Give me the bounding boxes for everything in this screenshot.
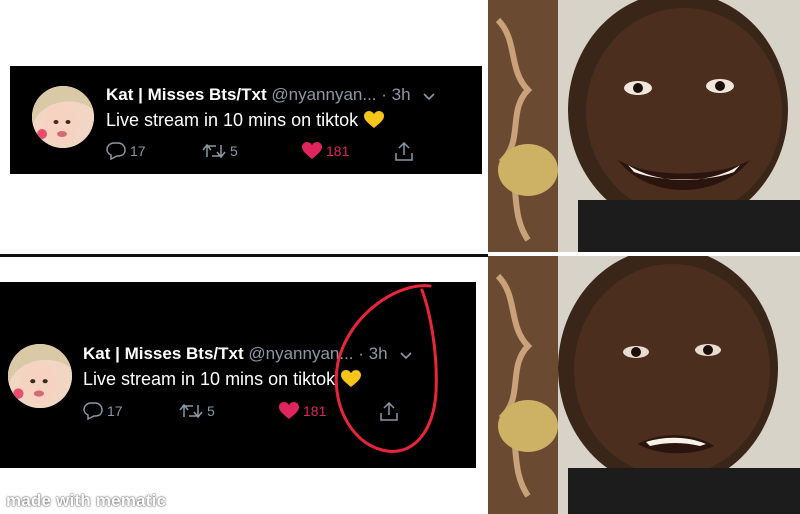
separator-dot: · — [381, 85, 387, 104]
chevron-down-icon[interactable] — [423, 86, 435, 106]
avatar-image — [32, 86, 94, 148]
reply-button[interactable]: 17 — [106, 142, 146, 160]
retweet-count: 5 — [230, 143, 238, 159]
like-icon — [279, 402, 299, 419]
tweet-text-content: Live stream in 10 mins on tiktok — [106, 110, 359, 130]
user-handle[interactable]: @nyannyan... — [271, 85, 376, 104]
retweet-icon — [179, 403, 203, 419]
reply-count: 17 — [107, 403, 123, 419]
tweet-text-content: Live stream in 10 mins on tiktok — [83, 369, 336, 389]
retweet-icon — [202, 143, 226, 159]
avatar[interactable] — [8, 344, 72, 408]
retweet-count: 5 — [207, 403, 215, 419]
retweet-button[interactable]: 5 — [179, 402, 215, 420]
reaction-photo-happy — [488, 0, 800, 252]
panel-divider — [0, 254, 488, 257]
timestamp[interactable]: 3h — [392, 85, 411, 104]
tweet-header: Kat | Misses Bts/Txt @nyannyan... · 3h — [106, 85, 435, 106]
display-name[interactable]: Kat | Misses Bts/Txt — [106, 85, 267, 104]
watermark: made with mematic — [6, 491, 167, 510]
like-button[interactable]: 181 — [302, 142, 349, 160]
reaction-photo-disappointed — [488, 256, 800, 514]
reply-icon — [83, 402, 103, 420]
yellow-heart-icon — [364, 111, 385, 134]
reply-button[interactable]: 17 — [83, 402, 123, 420]
share-button[interactable] — [394, 142, 414, 162]
like-count: 181 — [326, 143, 350, 159]
tweet-text: Live stream in 10 mins on tiktok — [106, 109, 385, 134]
display-name[interactable]: Kat | Misses Bts/Txt — [83, 344, 244, 363]
reply-icon — [106, 142, 126, 160]
avatar[interactable] — [32, 86, 94, 148]
share-icon — [395, 142, 413, 161]
red-circle-annotation — [334, 284, 438, 453]
like-count: 181 — [303, 403, 327, 419]
avatar-image — [8, 344, 72, 408]
like-icon — [302, 142, 322, 159]
like-button[interactable]: 181 — [279, 402, 326, 420]
tweet-card-top[interactable]: Kat | Misses Bts/Txt @nyannyan... · 3h L… — [10, 66, 482, 174]
tweet-text: Live stream in 10 mins on tiktok — [83, 368, 362, 393]
retweet-button[interactable]: 5 — [202, 142, 238, 160]
reply-count: 17 — [130, 143, 146, 159]
